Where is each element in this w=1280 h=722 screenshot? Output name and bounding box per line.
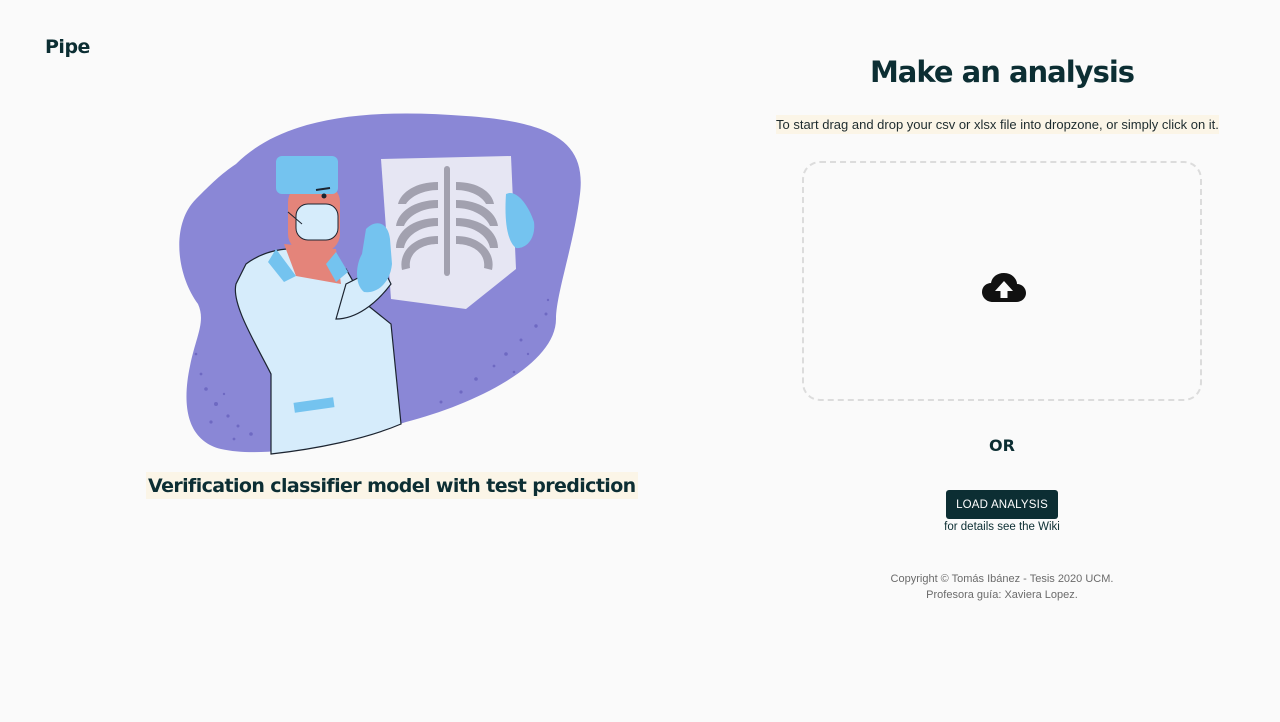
analysis-panel: Make an analysis To start drag and drop … (762, 0, 1242, 722)
hero-tagline: Verification classifier model with test … (146, 472, 638, 499)
wiki-note[interactable]: for details see the Wiki (762, 521, 1242, 533)
or-divider: OR (989, 436, 1015, 455)
copyright-line: Copyright © Tomás Ibánez - Tesis 2020 UC… (890, 573, 1114, 585)
advisor-line: Profesora guía: Xaviera Lopez. (926, 589, 1078, 601)
footer-copyright: Copyright © Tomás Ibánez - Tesis 2020 UC… (762, 571, 1242, 603)
file-dropzone[interactable] (802, 161, 1202, 401)
hero-panel: Verification classifier model with test … (0, 0, 762, 722)
doctor-xray-illustration (179, 113, 581, 455)
dropzone-instructions: To start drag and drop your csv or xlsx … (776, 115, 1219, 134)
face-mask (295, 203, 339, 241)
page-title: Make an analysis (869, 55, 1135, 89)
cloud-upload-icon (982, 273, 1026, 302)
load-analysis-button[interactable]: LOAD ANALYSIS (946, 490, 1058, 519)
